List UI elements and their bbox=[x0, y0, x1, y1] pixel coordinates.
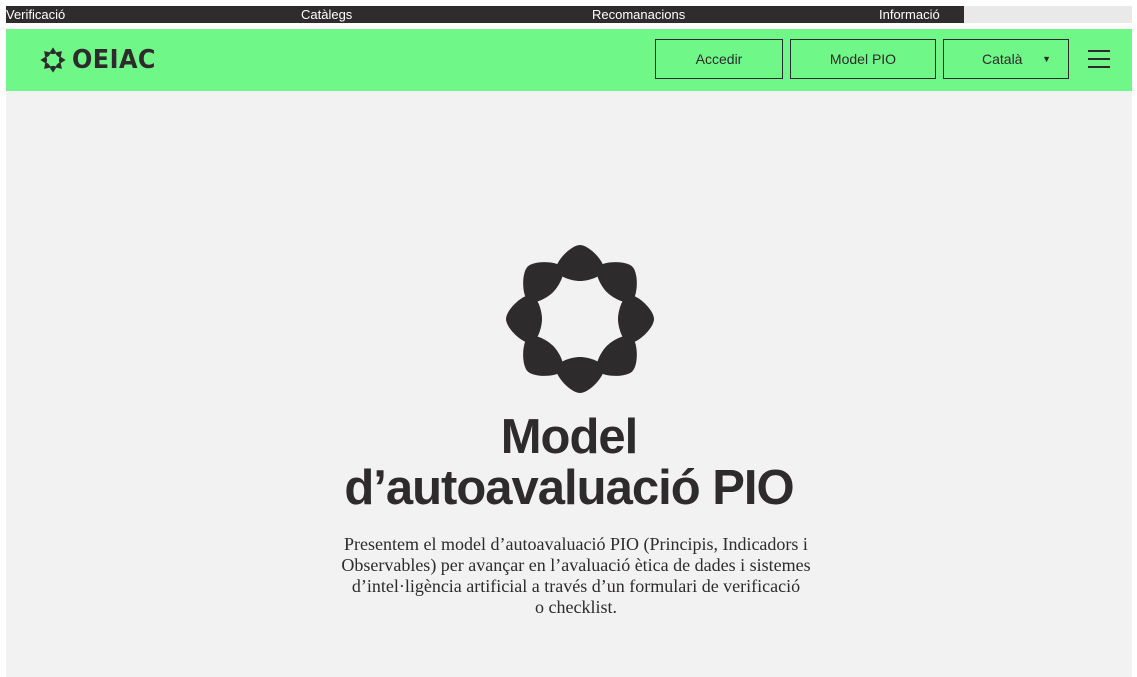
page-title-line-1: Model bbox=[500, 410, 639, 464]
hero-description-line: Presentem el model d’autoavaluació PIO (… bbox=[344, 534, 808, 554]
top-nav-catalegs[interactable]: Catàlegs bbox=[301, 6, 352, 23]
oeiac-logo-icon bbox=[40, 47, 66, 73]
model-pio-button[interactable]: Model PIO bbox=[790, 39, 936, 79]
logo-text: OEIAC bbox=[72, 45, 156, 75]
chevron-down-icon: ▼ bbox=[1042, 54, 1051, 64]
language-selected-value: Català bbox=[982, 51, 1023, 67]
hero-section: Model d’autoavaluació PIO Presentem el m… bbox=[6, 91, 1132, 677]
page-title: Model d’autoavaluació PIO bbox=[6, 412, 1132, 514]
language-select[interactable]: Català ▼ bbox=[943, 39, 1069, 79]
login-button-label: Accedir bbox=[695, 51, 743, 67]
oeiac-petals-icon bbox=[506, 245, 654, 393]
top-nav-recomanacions[interactable]: Recomanacions bbox=[592, 6, 685, 23]
top-nav-verificacio[interactable]: Verificació bbox=[6, 6, 65, 23]
page-title-line-2: d’autoavaluació PIO bbox=[344, 461, 794, 515]
model-pio-button-label: Model PIO bbox=[829, 51, 897, 67]
hero-description: Presentem el model d’autoavaluació PIO (… bbox=[294, 534, 858, 618]
top-nav-informacio[interactable]: Informació bbox=[879, 6, 940, 23]
hero-description-line: d’intel·ligència artificial a través d’u… bbox=[351, 576, 801, 596]
hero-description-line: Observables) per avançar en l’avaluació … bbox=[341, 555, 811, 575]
nav-scrollbar[interactable] bbox=[964, 6, 1132, 23]
site-header: OEIAC Accedir Model PIO Català ▼ bbox=[6, 29, 1132, 91]
hamburger-menu-icon[interactable] bbox=[1088, 49, 1110, 69]
site-logo[interactable]: OEIAC bbox=[38, 46, 163, 74]
login-button[interactable]: Accedir bbox=[655, 39, 783, 79]
hero-description-line: o checklist. bbox=[535, 597, 617, 617]
top-nav-bar: Verificació Catàlegs Recomanacions Infor… bbox=[6, 6, 1132, 23]
